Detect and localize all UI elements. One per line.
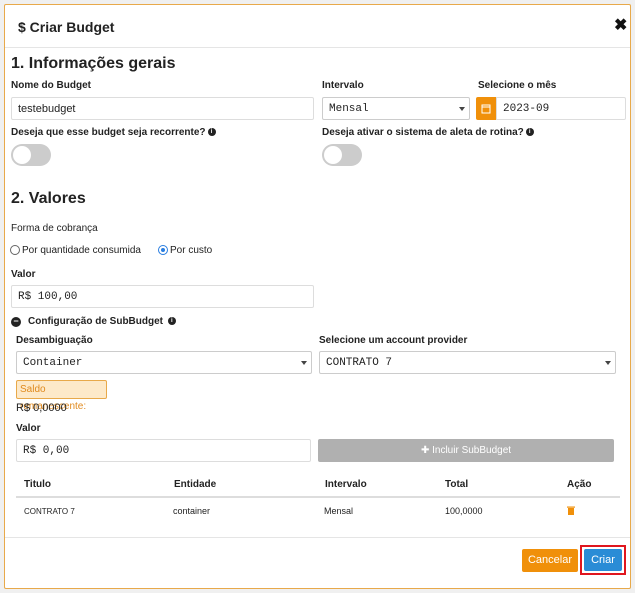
col-interval: Intervalo xyxy=(325,479,367,490)
radio-by-quantity-label: Por quantidade consumida xyxy=(22,245,141,256)
section-general-heading: 1. Informações gerais xyxy=(11,55,176,72)
info-icon[interactable]: i xyxy=(207,128,216,137)
row-interval: Mensal xyxy=(324,506,354,516)
info-icon[interactable]: i xyxy=(525,128,534,137)
subbudget-table-header: Titulo Entidade Intervalo Total Ação xyxy=(16,471,620,498)
value-label: Valor xyxy=(11,269,36,280)
provider-value: CONTRATO 7 xyxy=(326,357,393,369)
col-entity: Entidade xyxy=(174,479,217,490)
disambiguation-value: Container xyxy=(23,357,83,369)
row-entity: container xyxy=(173,506,211,516)
include-subbudget-button[interactable]: ✚ Incluir SubBudget xyxy=(318,439,614,462)
budget-name-label: Nome do Budget xyxy=(11,80,91,91)
radio-by-cost-label: Por custo xyxy=(170,245,213,256)
interval-value: Mensal xyxy=(329,103,369,115)
alert-label: Deseja ativar o sistema de aleta de roti… xyxy=(322,127,534,138)
col-total: Total xyxy=(445,479,469,490)
radio-by-quantity[interactable] xyxy=(10,245,20,255)
info-icon[interactable]: i xyxy=(167,317,176,326)
col-action: Ação xyxy=(567,479,592,490)
remaining-balance-badge: Saldo remanescente: xyxy=(16,380,107,412)
disambiguation-select[interactable]: Container xyxy=(16,351,312,374)
cancel-button[interactable]: Cancelar xyxy=(522,549,578,572)
radio-by-cost[interactable] xyxy=(158,245,168,255)
month-input[interactable] xyxy=(496,97,626,120)
row-title: CONTRATO 7 xyxy=(24,507,75,516)
col-title: Titulo xyxy=(24,479,52,490)
budget-name-input[interactable] xyxy=(11,97,314,120)
provider-label: Selecione um account provider xyxy=(319,335,468,346)
close-icon[interactable]: ✖ xyxy=(614,15,627,35)
footer-divider xyxy=(5,537,630,538)
calendar-icon[interactable] xyxy=(476,97,496,120)
subbudget-value-input[interactable] xyxy=(16,439,311,462)
month-label: Selecione o mês xyxy=(478,80,557,91)
dialog-header: $ Criar Budget ✖ xyxy=(5,5,630,48)
chevron-down-icon xyxy=(301,361,307,365)
recurrent-label: Deseja que esse budget seja recorrente? i xyxy=(11,127,216,138)
subbudget-value-label: Valor xyxy=(16,423,41,434)
collapse-icon[interactable]: − xyxy=(11,317,21,327)
table-row: CONTRATO 7 container Mensal 100,0000 xyxy=(16,499,620,525)
interval-select[interactable]: Mensal xyxy=(322,97,470,120)
recurrent-toggle[interactable] xyxy=(11,144,51,166)
row-total: 100,0000 xyxy=(445,506,483,516)
chevron-down-icon xyxy=(459,107,465,111)
interval-label: Intervalo xyxy=(322,80,364,91)
dialog-title: $ Criar Budget xyxy=(18,19,115,35)
value-input[interactable] xyxy=(11,285,314,308)
create-budget-dialog: $ Criar Budget ✖ 1. Informações gerais N… xyxy=(4,4,631,589)
remaining-balance-value: R$ 0,0000 xyxy=(16,402,67,414)
trash-icon[interactable] xyxy=(567,506,575,517)
billing-label: Forma de cobrança xyxy=(11,223,98,234)
provider-select[interactable]: CONTRATO 7 xyxy=(319,351,616,374)
section-values-heading: 2. Valores xyxy=(11,190,86,207)
create-button-highlight: Criar xyxy=(580,545,626,575)
plus-icon: ✚ xyxy=(420,445,430,456)
chevron-down-icon xyxy=(605,361,611,365)
disambiguation-label: Desambiguação xyxy=(16,335,93,346)
alert-toggle[interactable] xyxy=(322,144,362,166)
subbudget-label: Configuração de SubBudget i xyxy=(28,316,176,327)
create-button[interactable]: Criar xyxy=(584,549,622,571)
